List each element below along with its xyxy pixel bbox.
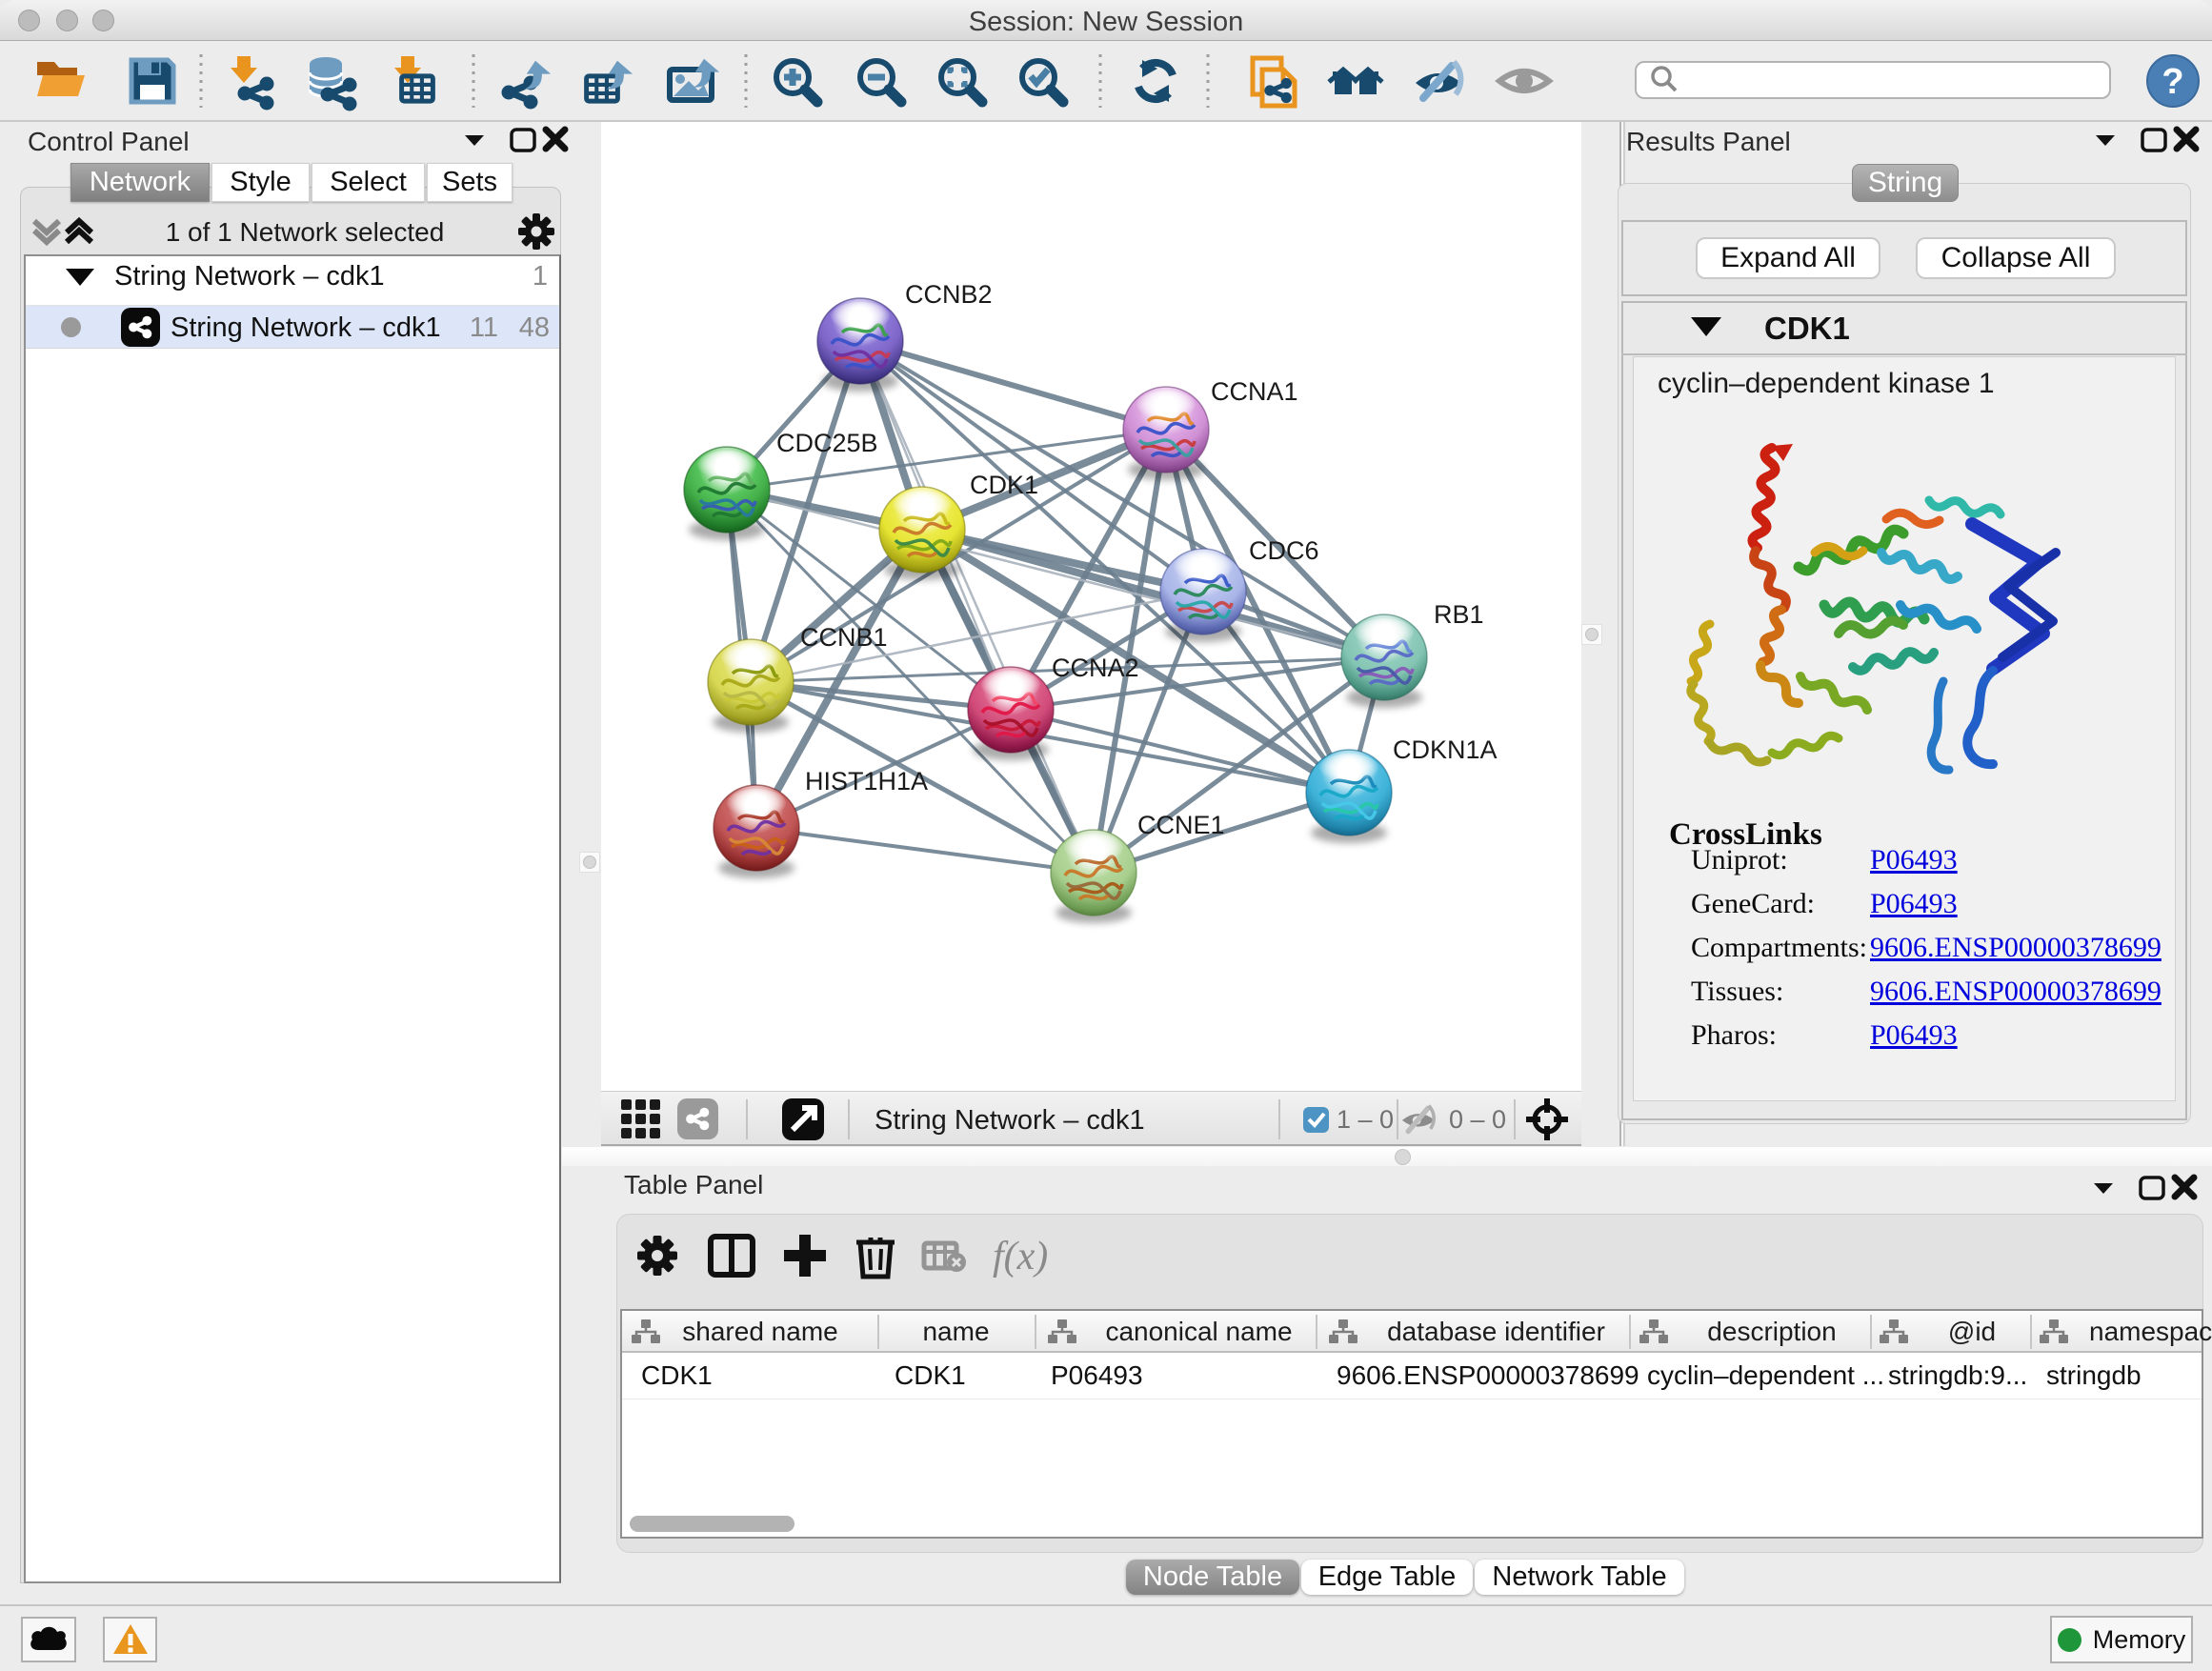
svg-text:HIST1H1A: HIST1H1A — [805, 767, 928, 795]
svg-text:RB1: RB1 — [1434, 600, 1484, 629]
svg-text:?: ? — [2162, 62, 2183, 102]
svg-text:String Network – cdk1: String Network – cdk1 — [875, 1105, 1145, 1136]
svg-text:CCNE1: CCNE1 — [1137, 811, 1225, 839]
svg-text:1 – 0: 1 – 0 — [1337, 1105, 1394, 1134]
svg-text:CDK1: CDK1 — [970, 471, 1038, 499]
svg-text:CCNB1: CCNB1 — [800, 623, 888, 652]
svg-text:f(x): f(x) — [993, 1235, 1048, 1278]
svg-text:CCNA1: CCNA1 — [1211, 377, 1298, 406]
svg-text:CDC6: CDC6 — [1249, 536, 1319, 565]
svg-text:0 – 0: 0 – 0 — [1449, 1105, 1506, 1134]
svg-text:CCNB2: CCNB2 — [905, 280, 993, 309]
svg-text:CDC25B: CDC25B — [776, 429, 878, 457]
svg-text:CCNA2: CCNA2 — [1052, 654, 1139, 682]
svg-text:CDKN1A: CDKN1A — [1393, 735, 1498, 764]
